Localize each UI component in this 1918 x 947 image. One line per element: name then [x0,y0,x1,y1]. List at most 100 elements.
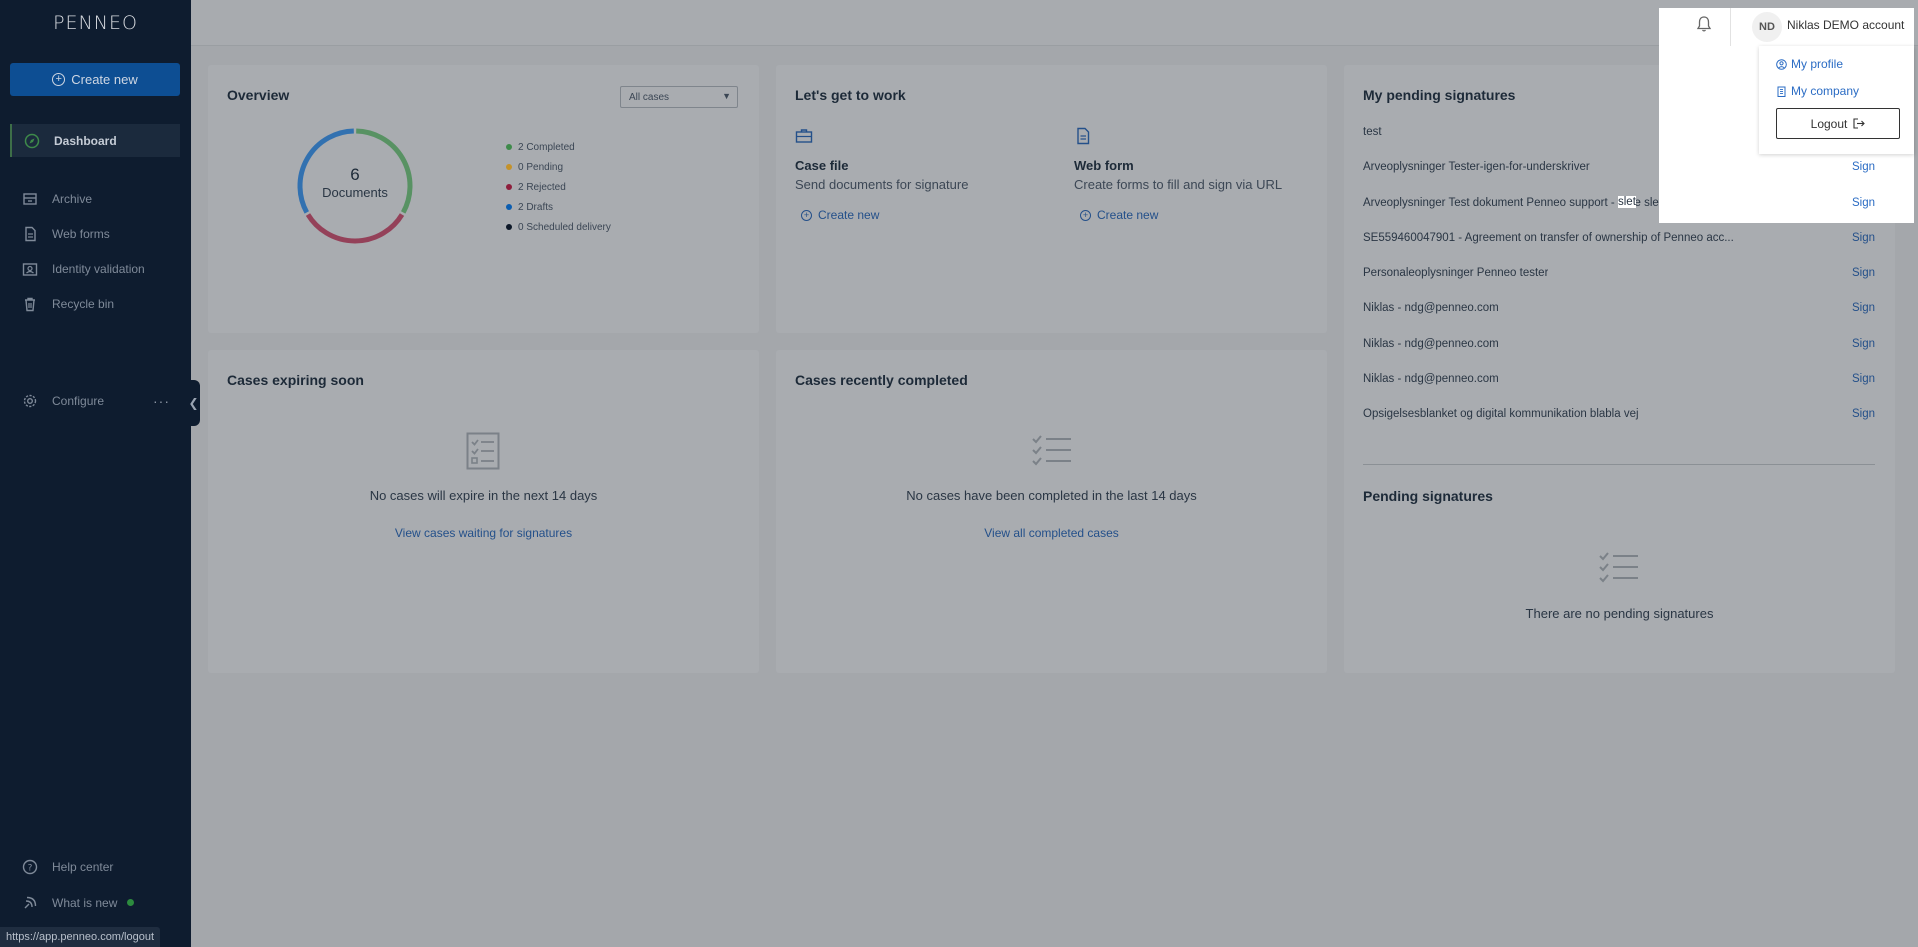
sidebar-item-recycle-bin[interactable]: Recycle bin [10,287,180,320]
help-circle-icon: ? [22,859,38,874]
signature-row-text-overflow: slet [1618,196,1636,208]
sign-link[interactable]: Sign [1852,161,1875,173]
sidebar-item-help-center[interactable]: ? Help center [10,850,180,883]
sidebar-item-label: Configure [52,393,105,408]
sidebar-item-dashboard[interactable]: Dashboard [10,124,180,157]
signature-row-text: test [1363,126,1382,138]
web-form-description: Create forms to fill and sign via URL [1074,177,1283,192]
signature-row-text: Niklas - ndg@penneo.com [1363,302,1499,314]
my-profile-label: My profile [1791,57,1844,71]
view-waiting-cases-link[interactable]: View cases waiting for signatures [208,526,759,540]
checklist-icon [1599,552,1638,583]
document-icon [1077,127,1090,145]
sidebar-item-web-forms[interactable]: Web forms [10,217,180,250]
overview-legend: 2 Completed 0 Pending 2 Rejected 2 Draft… [506,137,611,237]
compass-icon [24,133,40,148]
legend-pending[interactable]: 0 Pending [506,157,611,177]
get-to-work-card: Let's get to work Case file Send documen… [776,65,1327,333]
no-cases-completed-text: No cases have been completed in the last… [906,488,1197,503]
more-options-icon[interactable]: ··· [153,393,170,409]
legend-label: 2 Completed [518,141,575,153]
signature-row: Personaleoplysninger Penneo tester Sign [1363,263,1875,283]
legend-completed[interactable]: 2 Completed [506,137,611,157]
create-case-file-label: Create new [818,208,880,222]
sidebar-item-archive[interactable]: Archive [10,182,180,215]
signature-row: Niklas - ndg@penneo.com Sign [1363,369,1875,389]
sign-link[interactable]: Sign [1852,197,1875,209]
plus-circle-icon: + [801,209,812,221]
web-form-section: Web form Create forms to fill and sign v… [1074,127,1344,222]
satellite-icon [24,896,37,908]
sidebar-item-label: Dashboard [54,133,117,148]
cases-completed-card: Cases recently completed No cases have b… [776,350,1327,673]
my-profile-link[interactable]: My profile [1776,57,1843,71]
penneo-logo[interactable]: PENNEO [0,0,191,45]
documents-total: 6 [350,165,360,184]
create-web-form-link[interactable]: + Create new [1080,208,1344,222]
legend-scheduled[interactable]: 0 Scheduled delivery [506,217,611,237]
sign-link[interactable]: Sign [1852,373,1875,385]
donut-segment-rejected[interactable] [305,213,405,244]
legend-rejected[interactable]: 2 Rejected [506,177,611,197]
cases-expiring-card: Cases expiring soon No cases will expire… [208,350,759,673]
sign-link[interactable]: Sign [1852,338,1875,350]
signature-row: Niklas - ndg@penneo.com Sign [1363,298,1875,318]
signature-row-text: Personaleoplysninger Penneo tester [1363,267,1549,279]
bell-icon[interactable] [1696,15,1712,33]
clipboard-list-icon [466,432,500,470]
checklist-icon [1032,435,1071,466]
avatar[interactable]: ND [1752,12,1782,42]
create-new-button[interactable]: + Create new [10,63,180,96]
sidebar-item-label: Recycle bin [52,296,115,311]
logout-icon [1853,118,1866,129]
cases-completed-title: Cases recently completed [795,372,968,388]
create-case-file-link[interactable]: + Create new [801,208,1065,222]
sign-link[interactable]: Sign [1852,232,1875,244]
signature-row-text-tail: slet [1618,196,1636,208]
status-bar-url: https://app.penneo.com/logout [0,927,160,947]
archive-icon [23,192,37,205]
chevron-left-icon: ❮ [188,396,199,410]
logout-button[interactable]: Logout [1776,108,1900,139]
overview-card: Overview All cases ▼ 6 Documents 2 Compl… [208,65,759,333]
legend-dot [506,204,512,210]
signature-row: Opsigelsesblanket og digital kommunikati… [1363,404,1875,424]
legend-dot [506,224,512,230]
no-pending-signatures-text: There are no pending signatures [1525,606,1714,621]
sidebar: PENNEO + Create new Dashboard Archive We… [0,0,191,947]
case-file-description: Send documents for signature [795,177,969,192]
legend-dot [506,164,512,170]
header-divider [1730,8,1731,46]
sign-link[interactable]: Sign [1852,267,1875,279]
sign-link[interactable]: Sign [1852,302,1875,314]
signature-row-text: Arveoplysninger Tester-igen-for-underskr… [1363,161,1590,173]
signature-row-text: Opsigelsesblanket og digital kommunikati… [1363,408,1639,420]
create-web-form-label: Create new [1097,208,1159,222]
case-file-title: Case file [795,158,849,173]
sidebar-item-what-is-new[interactable]: What is new [10,886,180,919]
pending-signatures-title: Pending signatures [1363,488,1493,504]
signature-row-text: Niklas - ndg@penneo.com [1363,338,1499,350]
sidebar-item-configure[interactable]: Configure ··· [10,384,180,417]
user-circle-icon [1776,58,1787,70]
section-divider [1363,464,1875,465]
sidebar-item-identity-validation[interactable]: Identity validation [10,252,180,285]
my-company-link[interactable]: My company [1776,84,1859,98]
case-filter-select[interactable]: All cases ▼ [620,86,738,108]
sidebar-item-label: Help center [52,859,114,874]
signature-row-text: Niklas - ndg@penneo.com [1363,373,1499,385]
account-name[interactable]: Niklas DEMO account [1787,18,1904,32]
document-icon [25,226,36,241]
trash-icon [25,297,35,311]
legend-drafts[interactable]: 2 Drafts [506,197,611,217]
legend-dot [506,184,512,190]
cases-expiring-title: Cases expiring soon [227,372,364,388]
web-form-title: Web form [1074,158,1134,173]
signature-row: SE559460047901 - Agreement on transfer o… [1363,228,1875,248]
donut-center: 6 Documents [294,165,416,200]
case-file-section: Case file Send documents for signature +… [795,127,1065,222]
sign-link[interactable]: Sign [1852,408,1875,420]
collapse-sidebar-button[interactable]: ❮ [187,380,200,426]
view-completed-cases-link[interactable]: View all completed cases [776,526,1327,540]
signature-row: Niklas - ndg@penneo.com Sign [1363,334,1875,354]
